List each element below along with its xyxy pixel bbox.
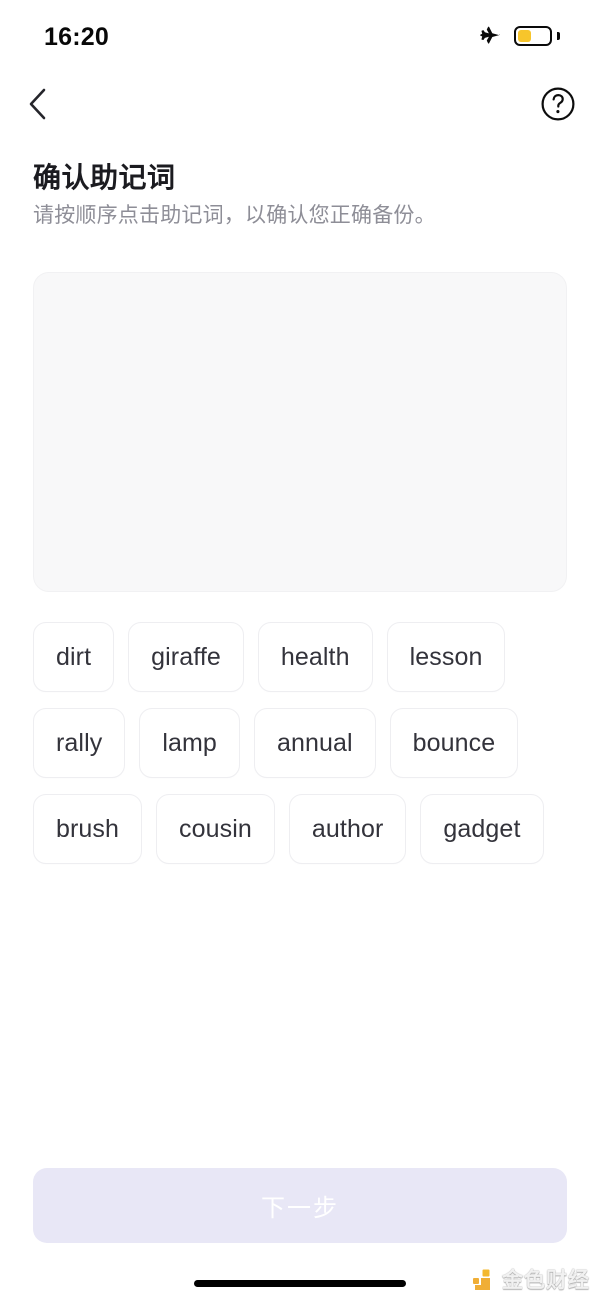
question-circle-icon — [540, 86, 576, 127]
home-indicator — [194, 1280, 406, 1287]
word-chip[interactable]: giraffe — [128, 622, 244, 692]
status-bar-indicators — [478, 24, 560, 48]
word-bank: dirt giraffe health lesson rally lamp annual bo… — [33, 622, 567, 864]
status-bar: 16:20 — [0, 0, 600, 72]
word-chip[interactable]: author — [288, 794, 407, 864]
status-bar-time: 16:20 — [44, 22, 109, 51]
word-chip[interactable]: gadget — [420, 794, 544, 864]
battery-fill — [518, 30, 532, 42]
word-chip[interactable]: rally — [33, 708, 126, 778]
back-button[interactable] — [12, 80, 64, 132]
battery-body — [514, 26, 552, 46]
word-chip[interactable]: dirt — [33, 622, 115, 692]
battery-cap — [556, 32, 560, 40]
jinse-logo-icon — [469, 1267, 495, 1293]
watermark-text: 金色财经 — [502, 1268, 590, 1292]
word-chip[interactable]: lesson — [386, 622, 506, 692]
page-title: 确认助记词 — [33, 162, 176, 193]
word-chip[interactable]: annual — [253, 708, 376, 778]
word-chip[interactable]: brush — [33, 794, 143, 864]
selected-words-area[interactable] — [33, 272, 567, 592]
next-button[interactable]: 下一步 — [33, 1168, 567, 1243]
help-button[interactable] — [532, 80, 584, 132]
airplane-icon — [478, 24, 502, 48]
watermark: 金色财经 — [469, 1267, 590, 1293]
battery-icon — [514, 26, 560, 47]
chevron-left-icon — [25, 87, 51, 126]
word-chip[interactable]: lamp — [139, 708, 240, 778]
page-subtitle: 请按顺序点击助记词，以确认您正确备份。 — [33, 204, 436, 227]
word-chip[interactable]: health — [257, 622, 373, 692]
navigation-bar — [0, 72, 600, 140]
word-chip[interactable]: bounce — [389, 708, 519, 778]
word-chip[interactable]: cousin — [156, 794, 275, 864]
